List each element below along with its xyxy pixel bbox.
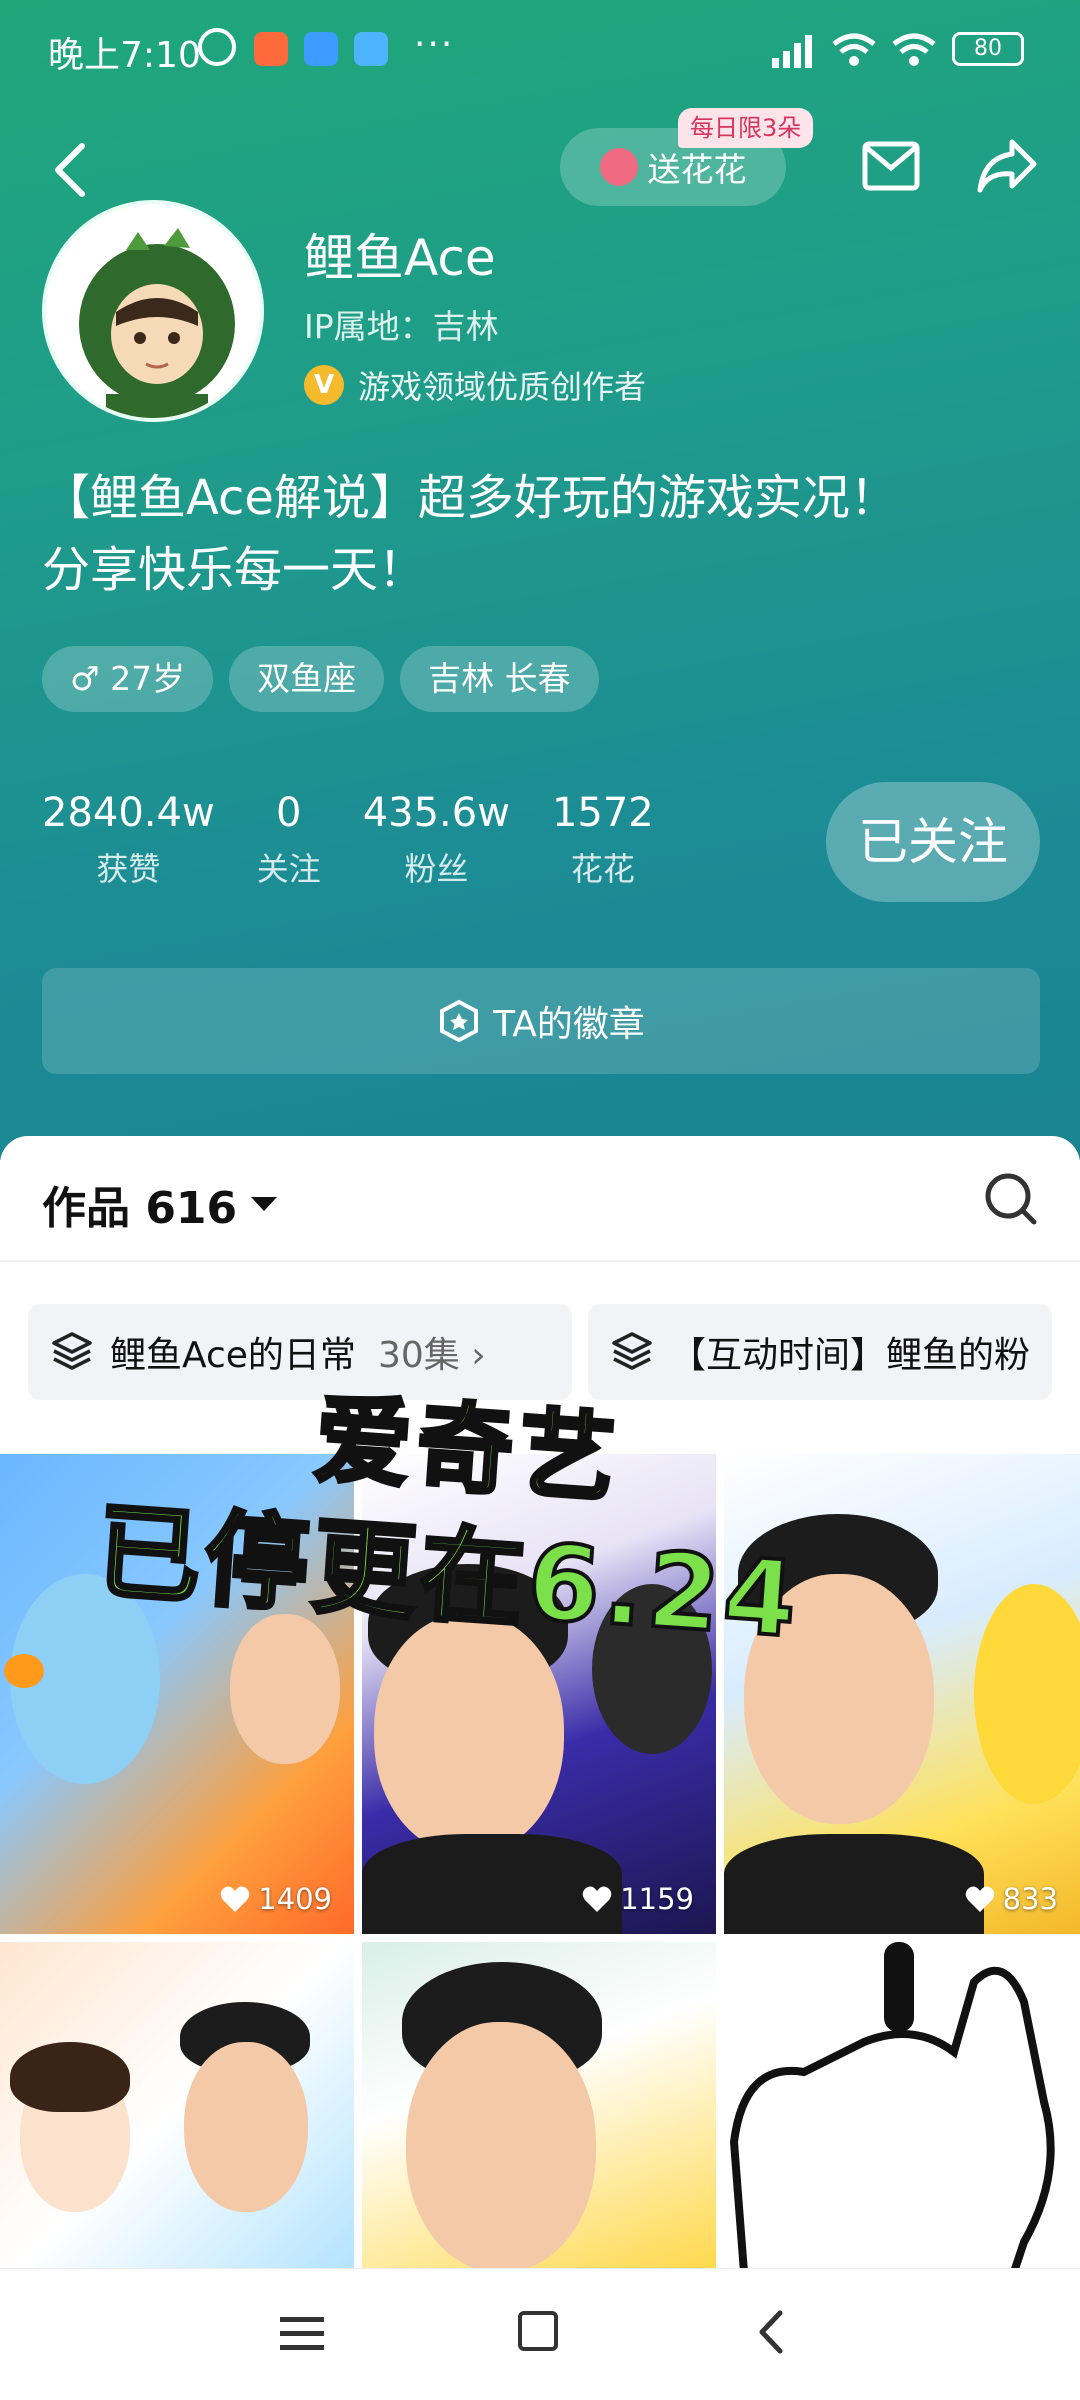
stat-label: 粉丝 — [404, 850, 469, 888]
stat-label: 花花 — [570, 850, 635, 888]
heart-icon — [220, 1886, 250, 1912]
back-icon[interactable] — [46, 140, 96, 200]
status-bar: 晚上7:10 ··· 80 — [0, 0, 1080, 100]
bio-line: 分享快乐每一天！ — [42, 542, 427, 598]
thumbnail-art — [406, 2022, 596, 2272]
stat-following[interactable]: 0 关注 — [257, 790, 321, 890]
followed-button[interactable]: 已关注 — [826, 782, 1040, 902]
video-thumbnail[interactable]: 1159 — [362, 1454, 716, 1934]
works-panel: 作品 616 鲤鱼Ace的日常 30集 › 【互动时间】鲤鱼的粉 1409 11… — [0, 1136, 1080, 2272]
stat-flowers[interactable]: 1572 花花 — [552, 790, 654, 890]
avatar[interactable] — [42, 200, 264, 422]
profile-tags: ♂ 27岁 双鱼座 吉林 长春 — [42, 646, 599, 712]
menu-icon[interactable] — [280, 2315, 324, 2353]
likes-value: 833 — [1002, 1882, 1058, 1916]
tag-location: 吉林 长春 — [400, 646, 599, 712]
collection-item[interactable]: 鲤鱼Ace的日常 30集 › — [28, 1304, 572, 1400]
tag-age: ♂ 27岁 — [42, 646, 214, 712]
thumbnail-art — [974, 1584, 1080, 1804]
creator-certification[interactable]: V 游戏领域优质创作者 — [304, 362, 646, 408]
caret-down-icon — [251, 1197, 278, 1211]
verified-icon: V — [304, 365, 344, 405]
share-icon[interactable] — [976, 136, 1038, 196]
video-thumbnail[interactable]: 1409 — [0, 1454, 354, 1934]
heart-icon — [965, 1886, 994, 1912]
video-thumbnail[interactable]: 833 — [724, 1454, 1080, 1934]
bio-line: 【鲤鱼Ace解说】超多好玩的游戏实况！ — [42, 470, 898, 526]
thumbnail-art — [4, 1654, 44, 1688]
more-notifications-icon: ··· — [414, 24, 455, 65]
app-notification-icon — [304, 32, 338, 66]
works-sort-dropdown[interactable]: 作品 616 — [42, 1172, 278, 1236]
collection-name: 鲤鱼Ace的日常 — [110, 1335, 356, 1376]
cloud-icon — [354, 32, 388, 66]
heart-icon — [582, 1886, 612, 1912]
flower-limit-badge: 每日限3朵 — [678, 108, 814, 148]
badges-label: TA的徽章 — [493, 1004, 645, 1045]
stat-value: 435.6w — [362, 790, 510, 836]
thumbnail-art — [592, 1584, 712, 1754]
stat-followers[interactable]: 435.6w 粉丝 — [363, 790, 510, 890]
stat-value: 2840.4w — [42, 790, 215, 836]
thumbnail-art — [10, 2042, 130, 2112]
collection-count: 30集 › — [377, 1335, 486, 1376]
avatar-illustration — [46, 204, 260, 418]
mail-icon[interactable] — [862, 140, 920, 192]
thumbnail-art — [724, 1834, 984, 1934]
status-time: 晚上7:10 — [48, 35, 201, 76]
thumbnail-art — [744, 1574, 934, 1824]
signal-icon — [772, 35, 812, 68]
badge-icon — [440, 999, 479, 1043]
profile-name: 鲤鱼Ace — [304, 229, 496, 287]
badges-button[interactable]: TA的徽章 — [42, 968, 1040, 1074]
thumbnail-art — [374, 1614, 564, 1854]
profile-bio: 【鲤鱼Ace解说】超多好玩的游戏实况！ 分享快乐每一天！ — [42, 462, 1042, 606]
likes-value: 1409 — [258, 1882, 332, 1916]
flower-icon — [599, 148, 638, 186]
video-thumbnail[interactable] — [0, 1942, 354, 2272]
likes-count: 1409 — [220, 1882, 332, 1916]
home-icon[interactable] — [518, 2311, 558, 2351]
divider — [0, 1260, 1080, 1262]
video-thumbnail[interactable] — [362, 1942, 716, 2272]
wifi-icon — [832, 33, 876, 66]
stat-value: 1572 — [551, 790, 654, 836]
thumbnail-art — [729, 1942, 1055, 2272]
app-notification-icon — [254, 32, 288, 66]
back-icon[interactable] — [756, 2309, 786, 2355]
wifi-icon — [892, 33, 936, 66]
stat-label: 获赞 — [96, 850, 161, 888]
tag-zodiac: 双鱼座 — [229, 646, 385, 712]
likes-count: 1159 — [582, 1882, 694, 1916]
layers-icon — [612, 1332, 652, 1370]
likes-count: 833 — [965, 1882, 1058, 1916]
thumbnail-art — [230, 1614, 340, 1764]
works-title: 作品 616 — [42, 1183, 238, 1234]
search-icon[interactable] — [982, 1170, 1038, 1226]
thumbnail-art — [184, 2042, 308, 2212]
stat-value: 0 — [275, 790, 302, 836]
battery-icon: 80 — [952, 32, 1024, 66]
video-thumbnail[interactable] — [724, 1942, 1080, 2272]
creator-label: 游戏领域优质创作者 — [358, 368, 647, 406]
likes-value: 1159 — [620, 1882, 694, 1916]
send-flower-label: 送花花 — [647, 150, 747, 189]
collection-name: 【互动时间】鲤鱼的粉 — [670, 1335, 1031, 1376]
ip-location: IP属地：吉林 — [304, 307, 499, 346]
collection-list: 鲤鱼Ace的日常 30集 › 【互动时间】鲤鱼的粉 — [28, 1304, 1080, 1400]
system-navigation-bar — [0, 2268, 1080, 2400]
stat-label: 关注 — [256, 850, 321, 888]
layers-icon — [52, 1332, 92, 1370]
profile-stats: 2840.4w 获赞 0 关注 435.6w 粉丝 1572 花花 — [42, 790, 696, 890]
collection-item[interactable]: 【互动时间】鲤鱼的粉 — [588, 1304, 1053, 1400]
stat-likes[interactable]: 2840.4w 获赞 — [42, 790, 215, 890]
alarm-icon — [198, 28, 236, 66]
